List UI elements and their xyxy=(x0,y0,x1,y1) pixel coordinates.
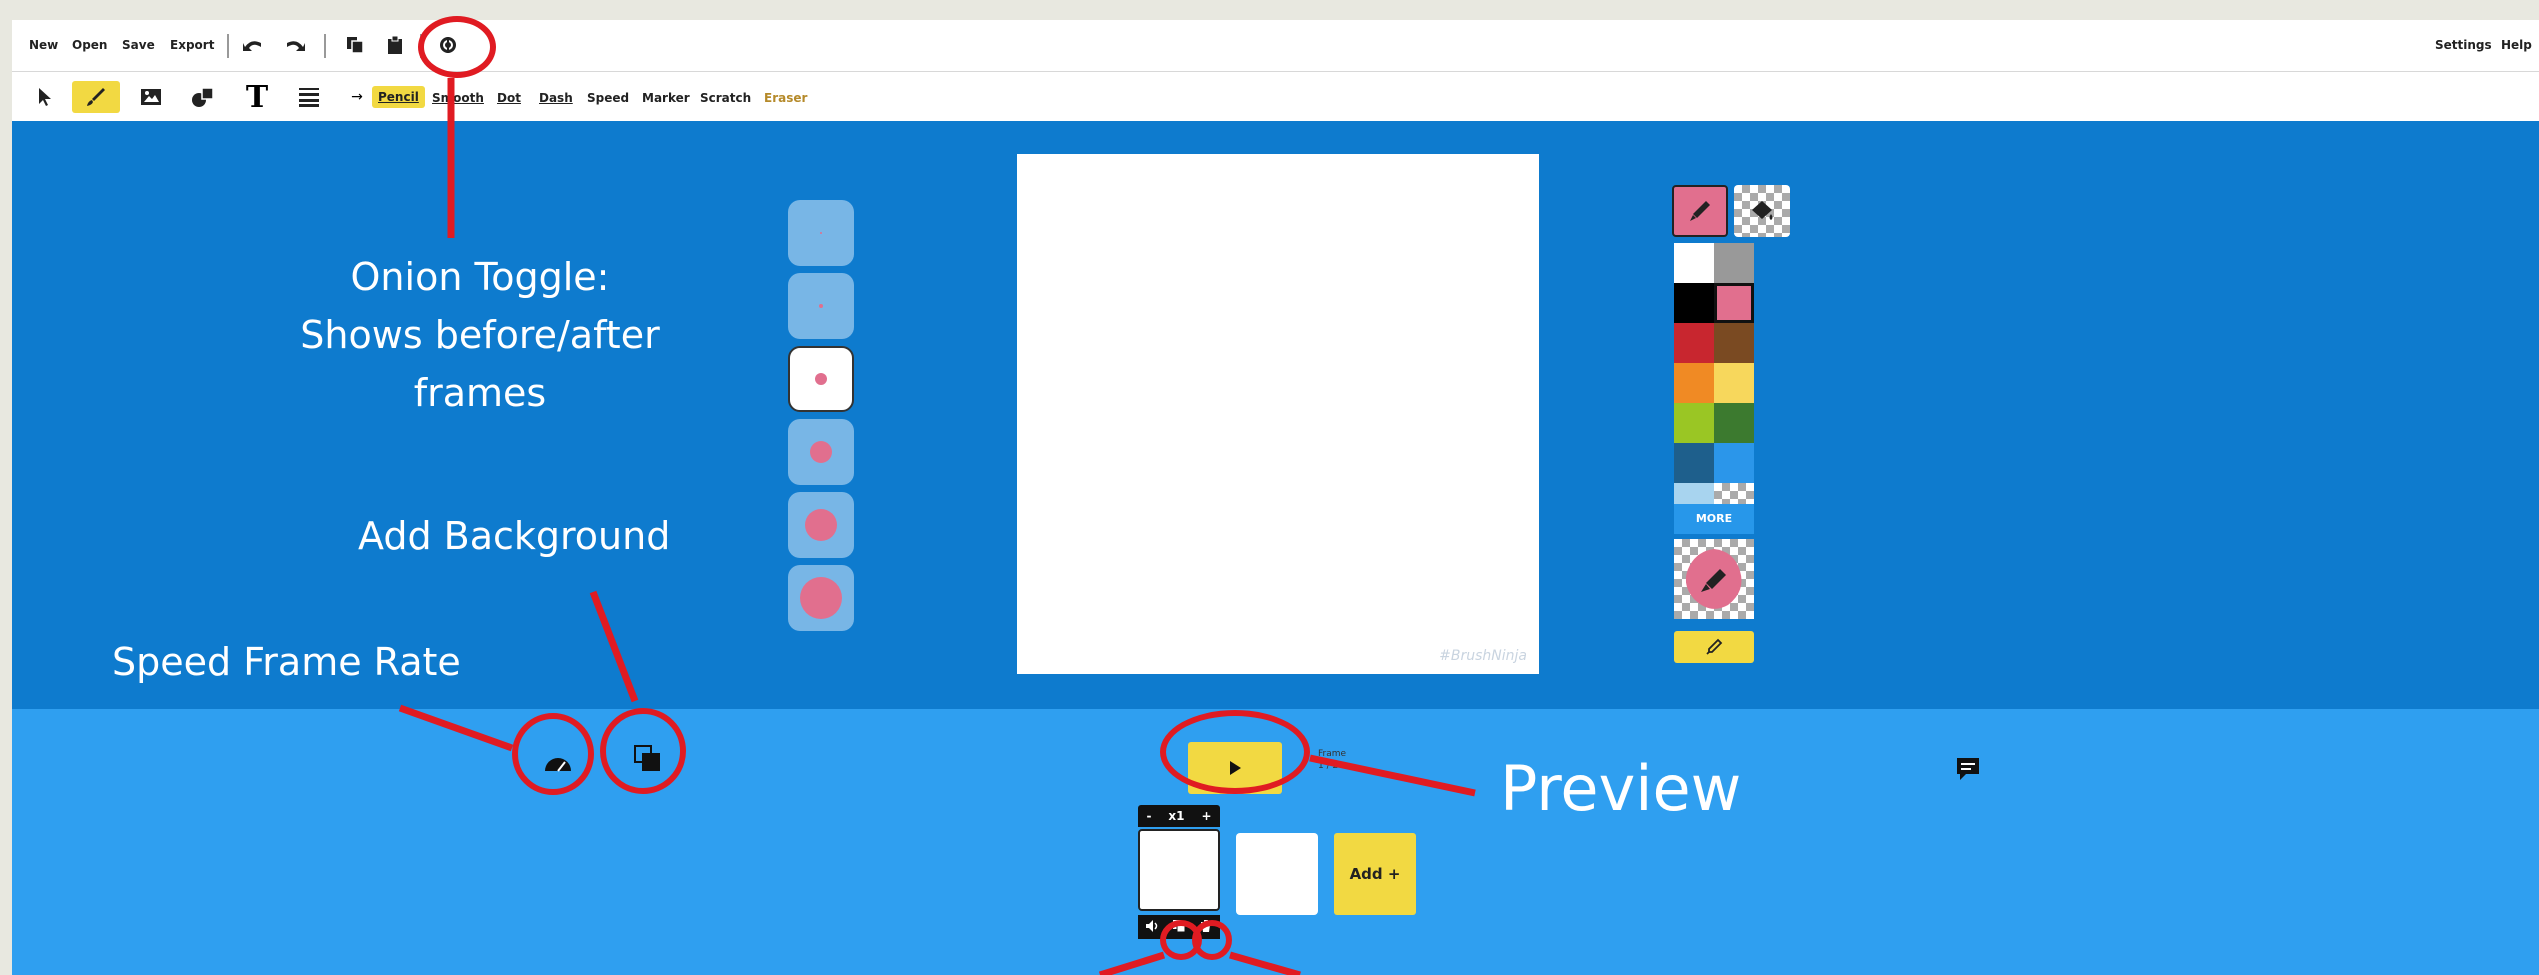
brush-size-2[interactable] xyxy=(788,273,854,339)
toolbar-divider xyxy=(227,34,229,58)
brush-size-5[interactable] xyxy=(788,492,854,558)
text-tool-icon[interactable]: T xyxy=(242,80,272,115)
swatch-navy[interactable] xyxy=(1674,443,1714,483)
shapes-icon[interactable] xyxy=(189,81,217,113)
brush-marker[interactable]: Marker xyxy=(642,91,690,105)
brush-size-6[interactable] xyxy=(788,565,854,631)
line-weight-icon[interactable] xyxy=(295,81,323,113)
brush-dot[interactable]: Dot xyxy=(497,91,521,105)
redo-icon[interactable] xyxy=(282,32,308,58)
frame-label: Frame xyxy=(1318,749,1347,759)
frame-speed-control: - x1 + xyxy=(1138,805,1220,827)
brush-speed[interactable]: Speed xyxy=(587,91,629,105)
brush-size-3[interactable] xyxy=(788,346,854,412)
more-colors-button[interactable]: MORE xyxy=(1674,504,1754,534)
frame-thumbnail-2[interactable] xyxy=(1236,833,1318,915)
undo-icon[interactable] xyxy=(240,32,266,58)
frame-count: 1 / 2 xyxy=(1318,761,1339,771)
brush-ninja-app: New Open Save Export Settings Help T → P… xyxy=(12,20,2539,975)
swatch-green[interactable] xyxy=(1714,403,1754,443)
stroke-color-button[interactable] xyxy=(1672,185,1728,237)
export-button[interactable]: Export xyxy=(170,38,214,52)
top-toolbar: New Open Save Export Settings Help xyxy=(12,20,2539,72)
swatch-orange[interactable] xyxy=(1674,363,1714,403)
onion-annotation-line-3: frames xyxy=(413,371,547,415)
brush-eraser[interactable]: Eraser xyxy=(764,91,807,105)
swatch-brown[interactable] xyxy=(1714,323,1754,363)
onion-annotation-line-2: Shows before/after xyxy=(300,313,660,357)
speed-highlight xyxy=(512,713,594,795)
swatch-pink-selected[interactable] xyxy=(1714,283,1754,323)
fill-color-button[interactable] xyxy=(1734,185,1790,237)
settings-button[interactable]: Settings xyxy=(2435,38,2492,52)
paste-icon[interactable] xyxy=(382,32,408,58)
swatch-transparent[interactable] xyxy=(1714,483,1754,504)
brush-tool-icon[interactable] xyxy=(72,81,120,113)
new-button[interactable]: New xyxy=(29,38,58,52)
swatch-light-blue[interactable] xyxy=(1674,483,1714,504)
swatch-red[interactable] xyxy=(1674,323,1714,363)
toolbar-divider xyxy=(324,34,326,58)
swatch-sky[interactable] xyxy=(1714,443,1754,483)
tool-toolbar: T → Pencil Smooth Dot Dash Speed Marker … xyxy=(12,73,2539,120)
preview-highlight xyxy=(1160,710,1310,794)
brush-smooth[interactable]: Smooth xyxy=(432,91,484,105)
copy-icon[interactable] xyxy=(342,32,368,58)
canvas-watermark: #BrushNinja xyxy=(1439,648,1527,664)
onion-annotation-line-1: Onion Toggle: xyxy=(350,255,610,299)
onion-toggle-highlight xyxy=(418,16,496,78)
swatch-yellow[interactable] xyxy=(1714,363,1754,403)
save-button[interactable]: Save xyxy=(122,38,155,52)
eyedropper-button[interactable] xyxy=(1674,631,1754,663)
speed-decrease-button[interactable]: - xyxy=(1146,809,1151,823)
current-color-preview xyxy=(1674,539,1754,619)
brush-pencil[interactable]: Pencil xyxy=(372,86,425,108)
delete-highlight xyxy=(1192,920,1232,960)
add-frame-button[interactable]: Add + xyxy=(1334,833,1416,915)
arrow-right-icon: → xyxy=(351,89,363,105)
background-highlight xyxy=(600,708,686,794)
brush-dash[interactable]: Dash xyxy=(539,91,573,105)
help-button[interactable]: Help xyxy=(2501,38,2532,52)
add-background-annotation: Add Background xyxy=(358,514,671,558)
speed-value: x1 xyxy=(1168,809,1185,823)
onion-toggle-annotation: Onion Toggle: Shows before/after frames xyxy=(270,248,690,422)
preview-annotation: Preview xyxy=(1500,752,1742,825)
open-button[interactable]: Open xyxy=(72,38,107,52)
brush-size-1[interactable] xyxy=(788,200,854,266)
speed-frame-rate-annotation: Speed Frame Rate xyxy=(112,640,461,684)
drawing-canvas[interactable]: #BrushNinja xyxy=(1017,154,1539,674)
frame-thumbnail-1[interactable] xyxy=(1138,829,1220,911)
speed-increase-button[interactable]: + xyxy=(1201,809,1211,823)
sound-icon[interactable] xyxy=(1145,918,1159,937)
comment-icon[interactable] xyxy=(1954,755,1982,787)
brush-size-4[interactable] xyxy=(788,419,854,485)
swatch-black[interactable] xyxy=(1674,283,1714,323)
swatch-white[interactable] xyxy=(1674,243,1714,283)
select-arrow-icon[interactable] xyxy=(32,81,58,113)
swatch-grey[interactable] xyxy=(1714,243,1754,283)
brush-scratch[interactable]: Scratch xyxy=(700,91,751,105)
image-icon[interactable] xyxy=(137,81,165,113)
swatch-lime[interactable] xyxy=(1674,403,1714,443)
